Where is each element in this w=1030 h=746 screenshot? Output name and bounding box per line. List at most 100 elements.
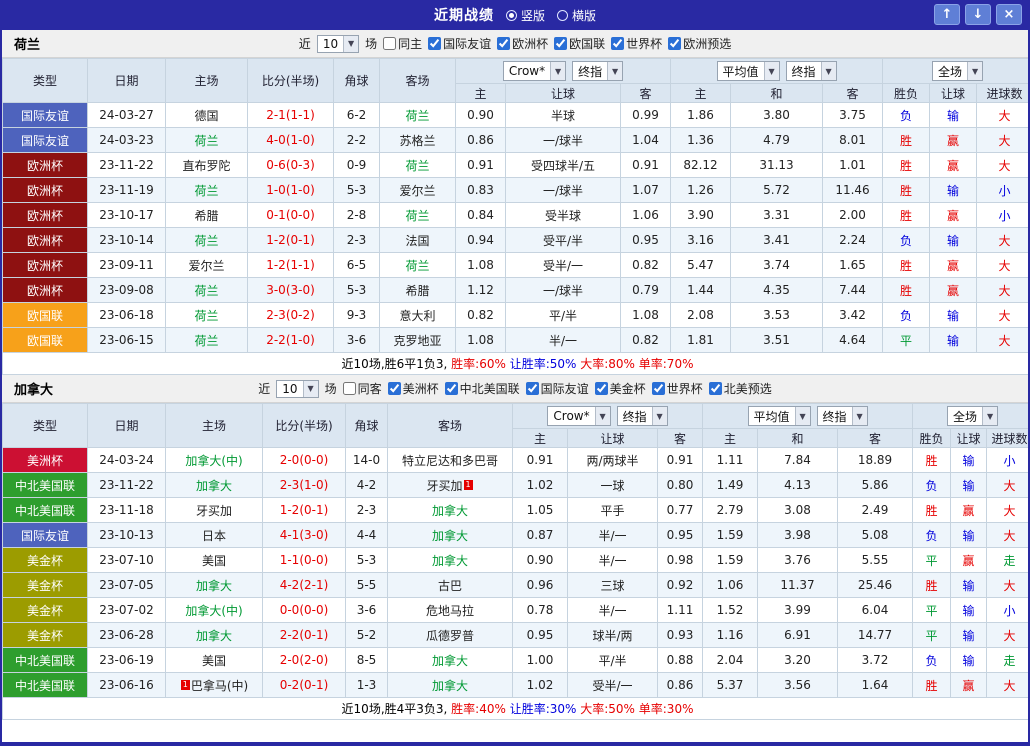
result-outcome: 胜 [882,277,931,303]
layout-horizontal-radio[interactable]: 横版 [557,7,596,24]
competition-checkbox-label[interactable]: 欧洲杯 [497,35,548,52]
competition-checkbox[interactable] [611,37,625,50]
competition-checkbox-label[interactable]: 美洲杯 [387,380,439,397]
scroll-up-button[interactable]: ↑ [934,4,960,25]
avg-kind-select[interactable]: 终指 ▼ [785,61,837,81]
odds-home: 0.82 [455,302,506,328]
column-header: 角球 [345,403,388,448]
home-team: 荷兰 [194,308,219,323]
corners: 3-6 [333,327,380,353]
checkbox-label-text: 世界杯 [626,37,663,51]
checkbox-label-text: 美洲杯 [402,382,439,396]
match-date: 23-06-28 [87,622,166,648]
competition-checkbox[interactable] [387,382,401,395]
corners: 4-2 [345,472,388,498]
competition-checkbox[interactable] [444,382,458,395]
odds-away: 0.95 [656,522,704,548]
result-goals: 大 [986,522,1028,548]
scope-select[interactable]: 全场 ▼ [947,406,999,426]
avg-draw: 4.79 [730,127,824,153]
home-team: 爱尔兰 [188,258,225,273]
summary-part: 近10场,胜6平1负3, [341,357,452,371]
home-team-cell: 荷兰 [165,277,248,303]
competition-checkbox[interactable] [651,382,665,395]
match-date: 23-11-22 [87,152,166,178]
odds-home: 0.84 [455,202,506,228]
results-table: 类型 日期 主场 比分(半场) 角球 客场 Crow* ▼ 终指 ▼ 平均值 ▼ 终指 ▼ 全场 ▼ 主让球客主… [2,403,1028,720]
odds-away: 0.91 [656,447,704,473]
odds-home: 0.95 [512,622,568,648]
avg-source-select[interactable]: 平均值 ▼ [716,61,780,81]
odds-away: 0.95 [619,227,672,253]
home-team-cell: 直布罗陀 [165,152,248,178]
checkbox-label-text: 欧洲杯 [512,37,549,51]
competition-checkbox[interactable] [497,37,511,50]
handicap-line: 一/球半 [505,127,621,153]
competition-checkbox-label[interactable]: 美金杯 [594,380,646,397]
home-team: 德国 [194,108,219,123]
result-handicap: 赢 [950,497,988,523]
layout-vertical-radio[interactable]: 竖版 [505,7,545,24]
competition-checkbox[interactable] [428,37,442,50]
competition-checkbox-label[interactable]: 国际友谊 [428,35,491,52]
competition-checkbox-label[interactable]: 国际友谊 [525,380,589,397]
scroll-down-button[interactable]: ↓ [965,4,991,25]
filter-bar: 荷兰 近 10 ▼ 场 同主 国际友谊 欧洲杯 欧国联 世界杯 欧洲预选 [2,30,1028,58]
sections: 荷兰近 10 ▼ 场同主 国际友谊 欧洲杯 欧国联 世界杯 欧洲预选 类型 日期 主场 比分(半场) 角球… [2,30,1028,720]
score: 2-0(0-0) [262,447,346,473]
competition-checkbox[interactable] [668,37,682,50]
odds-kind-select[interactable]: 终指 ▼ [616,406,668,426]
away-team: 加拿大 [431,653,468,668]
competition-checkbox-label[interactable]: 中北美国联 [444,380,520,397]
handicap-line: 三球 [567,572,658,598]
sub-column-header: 让球 [929,83,978,103]
result-outcome: 平 [912,547,952,573]
avg-kind-select[interactable]: 终指 ▼ [816,406,868,426]
odds-kind-select[interactable]: 终指 ▼ [572,61,624,81]
home-team-cell: 加拿大(中) [165,447,263,473]
handicap-line: 半/一 [505,327,621,353]
layout-horizontal-label: 横版 [572,8,597,23]
recent-count-select[interactable]: 10 ▼ [276,379,319,398]
same-venue-checkbox-label[interactable]: 同主 [383,35,422,52]
competition-checkbox-label[interactable]: 世界杯 [651,380,703,397]
avg-away: 18.89 [837,447,914,473]
competition-checkbox-label[interactable]: 欧洲预选 [668,35,731,52]
avg-draw: 4.13 [757,472,839,498]
match-row: 中北美国联 23-11-22 加拿大 2-3(1-0) 4-2 牙买加 1 1.02 一球 0.8… [2,472,1028,498]
result-goals: 大 [986,497,1028,523]
avg-source-select[interactable]: 平均值 ▼ [747,406,811,426]
competition-checkbox[interactable] [594,382,608,395]
result-goals: 大 [976,227,1028,253]
competition-checkbox[interactable] [554,37,568,50]
recent-count-select[interactable]: 10 ▼ [316,34,360,53]
close-button[interactable]: × [996,4,1022,25]
match-date: 23-06-18 [87,302,166,328]
checkbox-label-text: 同客 [357,382,382,396]
match-row: 欧洲杯 23-10-14 荷兰 1-2(0-1) 2-3 法国 0.94 受平/半 0.95 3.… [2,227,1028,253]
odds-home: 1.02 [512,472,568,498]
competition-checkbox-label[interactable]: 欧国联 [554,35,605,52]
competition-checkbox[interactable] [525,382,539,395]
odds-source-select[interactable]: Crow* ▼ [502,61,567,81]
checkbox-label-text: 中北美国联 [459,382,520,396]
same-venue-checkbox[interactable] [342,382,356,395]
filter-controls: 近 10 ▼ 场 同客 美洲杯 中北美国联 国际友谊 美金杯 世界杯 北美预选 [258,379,772,398]
sub-column-header: 让球 [567,428,658,448]
same-venue-checkbox-label[interactable]: 同客 [342,380,382,397]
same-venue-checkbox[interactable] [383,37,397,50]
team-name: 加拿大 [14,383,54,398]
competition-checkbox-label[interactable]: 北美预选 [708,380,772,397]
odds-away: 1.08 [619,302,672,328]
odds-away: 1.04 [619,127,672,153]
competition-checkbox-label[interactable]: 世界杯 [611,35,662,52]
competition-checkbox[interactable] [708,382,722,395]
competition-type-badge: 欧洲杯 [2,277,88,303]
odds-source-select[interactable]: Crow* ▼ [547,406,611,426]
match-row: 欧洲杯 23-09-08 荷兰 3-0(3-0) 5-3 希腊 1.12 一/球半 0.79 1.… [2,277,1028,303]
home-team-cell: 美国 [165,547,263,573]
scope-select[interactable]: 全场 ▼ [932,61,984,81]
avg-home: 1.16 [702,622,759,648]
result-handicap: 赢 [950,547,988,573]
corners: 14-0 [345,447,388,473]
